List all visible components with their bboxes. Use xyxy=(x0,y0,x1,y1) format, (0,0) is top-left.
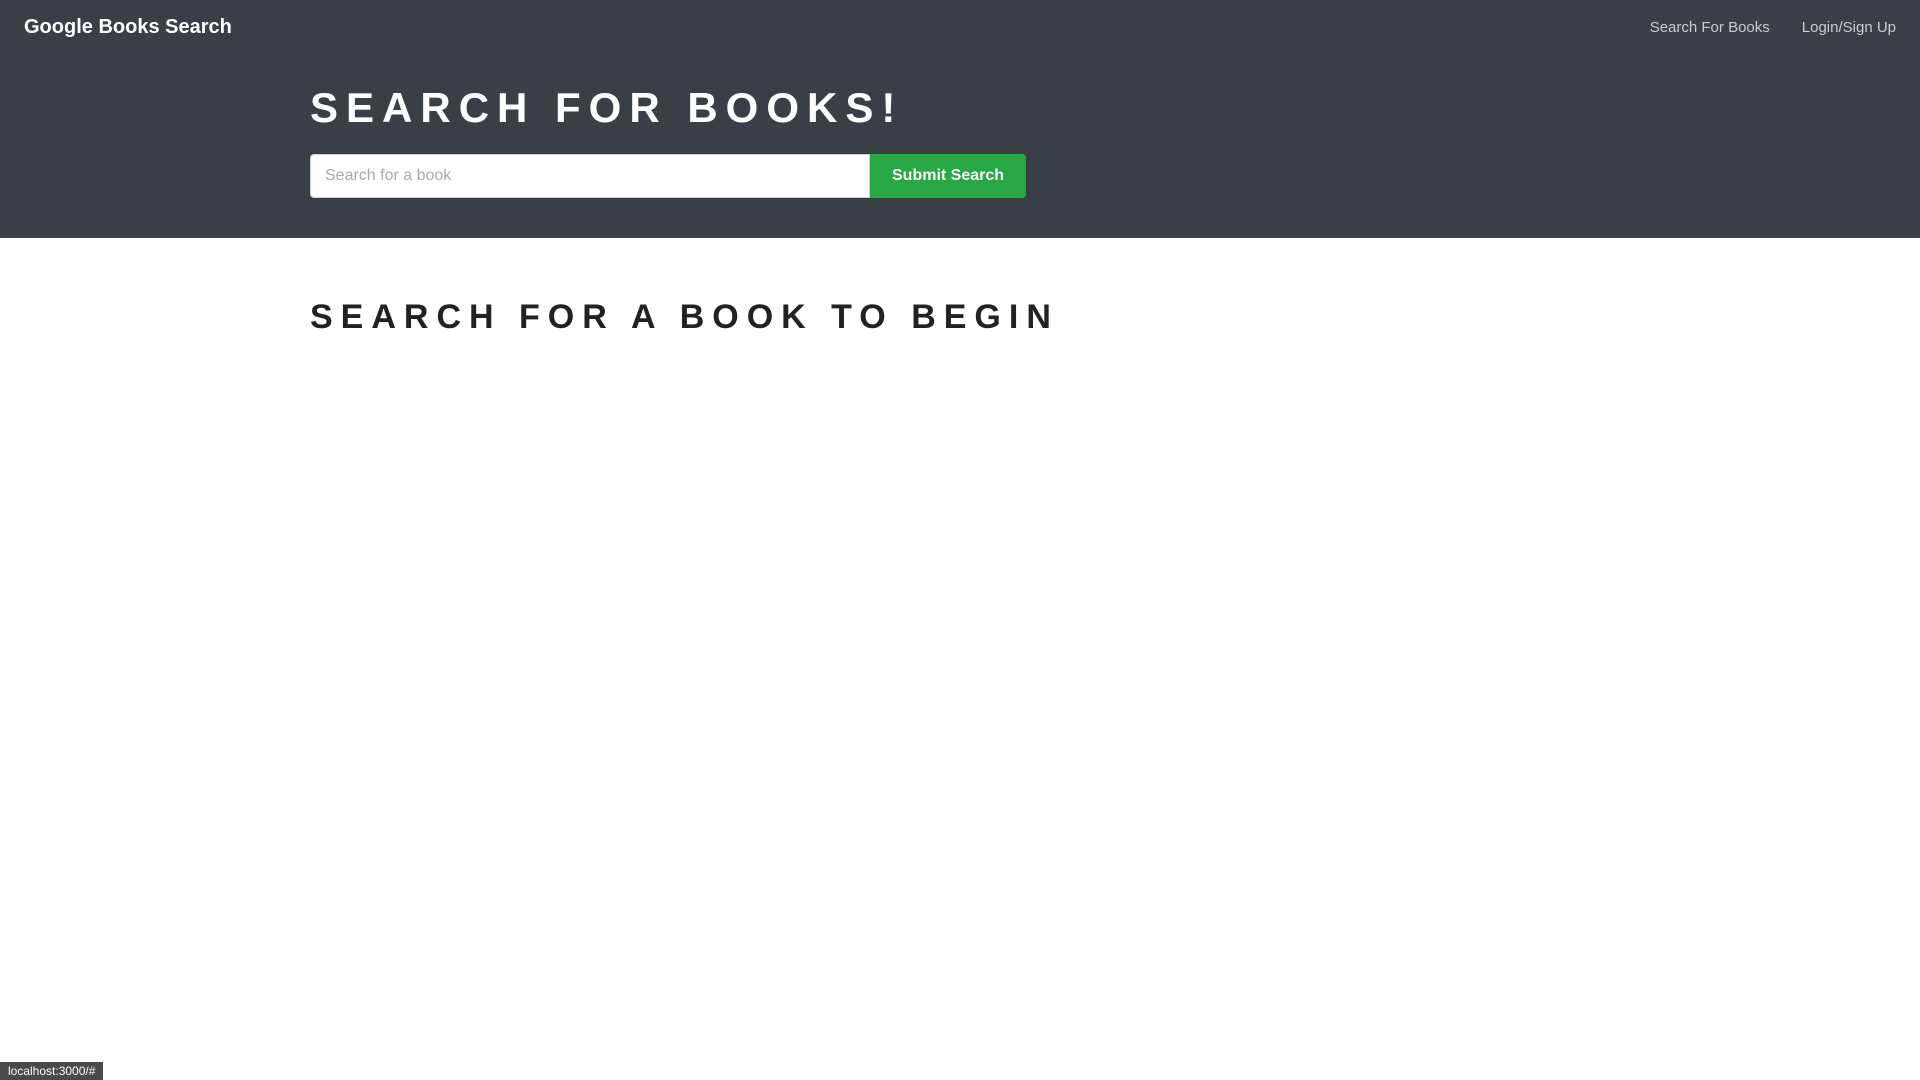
navbar: Google Books Search Search For Books Log… xyxy=(0,0,1920,54)
main-content: SEARCH FOR A BOOK TO BEGIN xyxy=(0,238,1920,397)
navbar-link-search[interactable]: Search For Books xyxy=(1650,19,1770,36)
submit-search-button[interactable]: Submit Search xyxy=(870,154,1026,198)
search-bar-container: Submit Search xyxy=(310,154,1026,198)
navbar-link-login[interactable]: Login/Sign Up xyxy=(1802,19,1896,36)
search-header: SEARCH FOR BOOKS! Submit Search xyxy=(0,54,1920,238)
empty-state-message: SEARCH FOR A BOOK TO BEGIN xyxy=(310,298,1610,337)
status-bar: localhost:3000/# xyxy=(0,1062,103,1080)
status-url: localhost:3000/# xyxy=(8,1064,95,1078)
search-input[interactable] xyxy=(310,154,870,198)
navbar-brand[interactable]: Google Books Search xyxy=(24,16,232,39)
navbar-links: Search For Books Login/Sign Up xyxy=(1650,19,1896,36)
search-title: SEARCH FOR BOOKS! xyxy=(310,84,903,132)
